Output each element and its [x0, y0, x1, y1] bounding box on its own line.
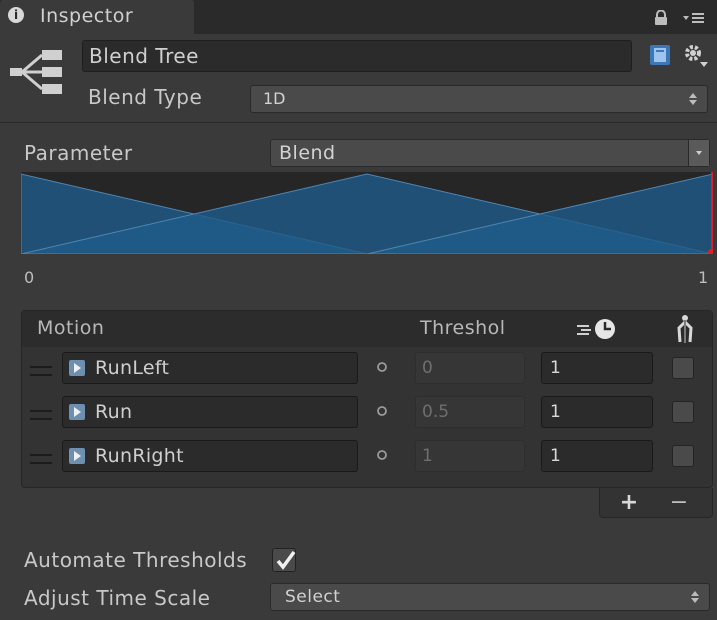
- speed-field[interactable]: 1: [541, 440, 653, 472]
- dropdown-button[interactable]: [688, 140, 709, 166]
- select-clip-icon[interactable]: [376, 449, 388, 461]
- threshold-field[interactable]: 1: [415, 440, 525, 472]
- blend-type-label: Blend Type: [88, 85, 203, 109]
- chevron-down-icon: [696, 151, 702, 155]
- automate-thresholds-label: Automate Thresholds: [24, 548, 248, 572]
- motion-clip-field[interactable]: RunRight: [62, 440, 358, 472]
- animation-clip-icon: [69, 448, 85, 464]
- parameter-dropdown[interactable]: Blend: [270, 139, 710, 167]
- lock-icon[interactable]: [654, 10, 668, 26]
- gear-icon[interactable]: [682, 42, 708, 68]
- motion-row-runright: RunRight 1 1: [22, 440, 712, 484]
- threshold-field[interactable]: 0: [415, 352, 525, 384]
- speed-clock-icon: [577, 319, 615, 339]
- column-motion: Motion: [37, 317, 105, 339]
- blend-tree-name-field[interactable]: Blend Tree: [82, 40, 632, 72]
- graph-max-label: 1: [698, 268, 709, 287]
- add-motion-button[interactable]: +: [614, 489, 644, 517]
- time-scale-value: Select: [285, 587, 341, 607]
- animation-clip-icon: [69, 404, 85, 420]
- mirror-figure-icon: [677, 315, 693, 343]
- help-book-icon[interactable]: [649, 44, 671, 66]
- parameter-value: Blend: [279, 142, 336, 164]
- motion-clip-label: RunRight: [95, 445, 184, 467]
- animation-clip-icon: [69, 360, 85, 376]
- select-clip-icon[interactable]: [376, 405, 388, 417]
- motion-row-runleft: RunLeft 0 1: [22, 352, 712, 396]
- drag-handle[interactable]: [30, 454, 52, 464]
- checkmark-icon: [276, 550, 296, 570]
- speed-field[interactable]: 1: [541, 396, 653, 428]
- adjust-time-scale-label: Adjust Time Scale: [24, 586, 211, 610]
- info-icon: i: [8, 7, 24, 23]
- speed-field[interactable]: 1: [541, 352, 653, 384]
- mirror-checkbox[interactable]: [672, 357, 694, 379]
- motion-row-run: Run 0.5 1: [22, 396, 712, 440]
- select-clip-icon[interactable]: [376, 361, 388, 373]
- motion-clip-field[interactable]: Run: [62, 396, 358, 428]
- graph-min-label: 0: [24, 268, 35, 287]
- dropdown-arrows-icon: [689, 93, 697, 105]
- motion-clip-field[interactable]: RunLeft: [62, 352, 358, 384]
- blend-type-value: 1D: [263, 89, 286, 108]
- threshold-field[interactable]: 0.5: [415, 396, 525, 428]
- mirror-checkbox[interactable]: [672, 445, 694, 467]
- context-menu-icon[interactable]: [683, 11, 705, 25]
- column-threshold: Threshol: [420, 317, 506, 339]
- drag-handle[interactable]: [30, 410, 52, 420]
- drag-handle[interactable]: [30, 366, 52, 376]
- automate-thresholds-checkbox[interactable]: [272, 548, 296, 572]
- mirror-checkbox[interactable]: [672, 401, 694, 423]
- remove-motion-button[interactable]: −: [664, 489, 694, 517]
- dropdown-arrows-icon: [691, 591, 699, 603]
- blend-tree-icon: [10, 50, 62, 94]
- parameter-label: Parameter: [24, 141, 133, 165]
- motion-clip-label: Run: [95, 401, 133, 423]
- tab-title: Inspector: [40, 5, 134, 27]
- blend-type-dropdown[interactable]: 1D: [250, 85, 708, 113]
- parameter-marker[interactable]: [711, 172, 713, 254]
- adjust-time-scale-dropdown[interactable]: Select: [270, 583, 710, 611]
- blend-graph[interactable]: [21, 172, 713, 254]
- motion-clip-label: RunLeft: [95, 357, 170, 379]
